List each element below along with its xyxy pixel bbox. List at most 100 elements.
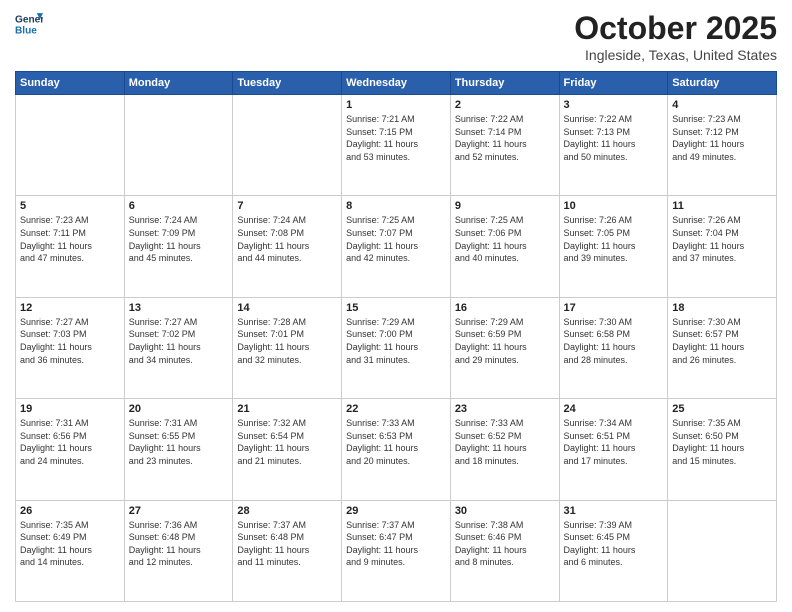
- day-info: Sunrise: 7:24 AM Sunset: 7:09 PM Dayligh…: [129, 214, 229, 264]
- col-sunday: Sunday: [16, 72, 125, 95]
- col-saturday: Saturday: [668, 72, 777, 95]
- calendar-cell: 12 Sunrise: 7:27 AM Sunset: 7:03 PM Dayli…: [16, 297, 125, 398]
- day-info: Sunrise: 7:27 AM Sunset: 7:03 PM Dayligh…: [20, 316, 120, 366]
- calendar-cell: 7 Sunrise: 7:24 AM Sunset: 7:08 PM Daylig…: [233, 196, 342, 297]
- calendar-cell: [124, 95, 233, 196]
- calendar-cell: 16 Sunrise: 7:29 AM Sunset: 6:59 PM Dayli…: [450, 297, 559, 398]
- day-number: 12: [20, 302, 120, 314]
- day-info: Sunrise: 7:35 AM Sunset: 6:49 PM Dayligh…: [20, 519, 120, 569]
- logo: General Blue: [15, 10, 43, 38]
- day-number: 25: [672, 403, 772, 415]
- calendar-cell: 30 Sunrise: 7:38 AM Sunset: 6:46 PM Dayli…: [450, 500, 559, 601]
- calendar-week-3: 12 Sunrise: 7:27 AM Sunset: 7:03 PM Dayli…: [16, 297, 777, 398]
- calendar-cell: 10Sunrise: 7:26 AM Sunset: 7:05 PM Dayli…: [559, 196, 668, 297]
- day-info: Sunrise: 7:33 AM Sunset: 6:53 PM Dayligh…: [346, 417, 446, 467]
- day-number: 22: [346, 403, 446, 415]
- day-info: Sunrise: 7:38 AM Sunset: 6:46 PM Dayligh…: [455, 519, 555, 569]
- day-number: 6: [129, 200, 229, 212]
- calendar-cell: 14 Sunrise: 7:28 AM Sunset: 7:01 PM Dayli…: [233, 297, 342, 398]
- calendar-cell: 15Sunrise: 7:29 AM Sunset: 7:00 PM Dayli…: [342, 297, 451, 398]
- day-number: 8: [346, 200, 446, 212]
- day-info: Sunrise: 7:31 AM Sunset: 6:55 PM Dayligh…: [129, 417, 229, 467]
- calendar-cell: [16, 95, 125, 196]
- calendar-week-5: 26 Sunrise: 7:35 AM Sunset: 6:49 PM Dayli…: [16, 500, 777, 601]
- calendar-week-1: 1 Sunrise: 7:21 AM Sunset: 7:15 PM Daylig…: [16, 95, 777, 196]
- day-info: Sunrise: 7:39 AM Sunset: 6:45 PM Dayligh…: [564, 519, 664, 569]
- day-info: Sunrise: 7:32 AM Sunset: 6:54 PM Dayligh…: [237, 417, 337, 467]
- day-number: 23: [455, 403, 555, 415]
- day-info: Sunrise: 7:30 AM Sunset: 6:57 PM Dayligh…: [672, 316, 772, 366]
- day-number: 7: [237, 200, 337, 212]
- day-number: 3: [564, 99, 664, 111]
- day-info: Sunrise: 7:22 AM Sunset: 7:13 PM Dayligh…: [564, 113, 664, 163]
- header: General Blue October 2025 Ingleside, Tex…: [15, 10, 777, 63]
- day-info: Sunrise: 7:26 AM Sunset: 7:05 PM Dayligh…: [564, 214, 664, 264]
- day-number: 16: [455, 302, 555, 314]
- calendar-cell: 26 Sunrise: 7:35 AM Sunset: 6:49 PM Dayli…: [16, 500, 125, 601]
- day-number: 30: [455, 505, 555, 517]
- calendar-cell: 2Sunrise: 7:22 AM Sunset: 7:14 PM Daylig…: [450, 95, 559, 196]
- calendar-cell: 11 Sunrise: 7:26 AM Sunset: 7:04 PM Dayli…: [668, 196, 777, 297]
- day-number: 11: [672, 200, 772, 212]
- calendar-cell: 13 Sunrise: 7:27 AM Sunset: 7:02 PM Dayli…: [124, 297, 233, 398]
- location: Ingleside, Texas, United States: [574, 47, 777, 63]
- calendar-table: Sunday Monday Tuesday Wednesday Thursday…: [15, 71, 777, 602]
- calendar-cell: 21Sunrise: 7:32 AM Sunset: 6:54 PM Dayli…: [233, 399, 342, 500]
- day-number: 9: [455, 200, 555, 212]
- day-info: Sunrise: 7:37 AM Sunset: 6:47 PM Dayligh…: [346, 519, 446, 569]
- day-info: Sunrise: 7:27 AM Sunset: 7:02 PM Dayligh…: [129, 316, 229, 366]
- day-info: Sunrise: 7:24 AM Sunset: 7:08 PM Dayligh…: [237, 214, 337, 264]
- calendar-header-row: Sunday Monday Tuesday Wednesday Thursday…: [16, 72, 777, 95]
- day-info: Sunrise: 7:29 AM Sunset: 6:59 PM Dayligh…: [455, 316, 555, 366]
- day-number: 20: [129, 403, 229, 415]
- day-number: 1: [346, 99, 446, 111]
- day-info: Sunrise: 7:25 AM Sunset: 7:06 PM Dayligh…: [455, 214, 555, 264]
- calendar-cell: 29 Sunrise: 7:37 AM Sunset: 6:47 PM Dayli…: [342, 500, 451, 601]
- day-info: Sunrise: 7:25 AM Sunset: 7:07 PM Dayligh…: [346, 214, 446, 264]
- day-number: 19: [20, 403, 120, 415]
- calendar-cell: 18 Sunrise: 7:30 AM Sunset: 6:57 PM Dayli…: [668, 297, 777, 398]
- col-wednesday: Wednesday: [342, 72, 451, 95]
- calendar-cell: 9 Sunrise: 7:25 AM Sunset: 7:06 PM Daylig…: [450, 196, 559, 297]
- day-number: 18: [672, 302, 772, 314]
- title-block: October 2025 Ingleside, Texas, United St…: [574, 10, 777, 63]
- calendar-cell: 23 Sunrise: 7:33 AM Sunset: 6:52 PM Dayli…: [450, 399, 559, 500]
- calendar-cell: [668, 500, 777, 601]
- day-number: 13: [129, 302, 229, 314]
- calendar-cell: 31Sunrise: 7:39 AM Sunset: 6:45 PM Dayli…: [559, 500, 668, 601]
- calendar-cell: 5Sunrise: 7:23 AM Sunset: 7:11 PM Daylig…: [16, 196, 125, 297]
- calendar-week-2: 5Sunrise: 7:23 AM Sunset: 7:11 PM Daylig…: [16, 196, 777, 297]
- day-info: Sunrise: 7:36 AM Sunset: 6:48 PM Dayligh…: [129, 519, 229, 569]
- logo-icon: General Blue: [15, 10, 43, 38]
- calendar-cell: 1 Sunrise: 7:21 AM Sunset: 7:15 PM Daylig…: [342, 95, 451, 196]
- day-info: Sunrise: 7:37 AM Sunset: 6:48 PM Dayligh…: [237, 519, 337, 569]
- calendar-cell: 24Sunrise: 7:34 AM Sunset: 6:51 PM Dayli…: [559, 399, 668, 500]
- calendar-cell: 25 Sunrise: 7:35 AM Sunset: 6:50 PM Dayli…: [668, 399, 777, 500]
- calendar-cell: 22 Sunrise: 7:33 AM Sunset: 6:53 PM Dayli…: [342, 399, 451, 500]
- day-info: Sunrise: 7:28 AM Sunset: 7:01 PM Dayligh…: [237, 316, 337, 366]
- day-info: Sunrise: 7:35 AM Sunset: 6:50 PM Dayligh…: [672, 417, 772, 467]
- col-thursday: Thursday: [450, 72, 559, 95]
- day-number: 4: [672, 99, 772, 111]
- col-friday: Friday: [559, 72, 668, 95]
- calendar-cell: 28Sunrise: 7:37 AM Sunset: 6:48 PM Dayli…: [233, 500, 342, 601]
- day-number: 17: [564, 302, 664, 314]
- calendar-cell: 6 Sunrise: 7:24 AM Sunset: 7:09 PM Daylig…: [124, 196, 233, 297]
- day-number: 29: [346, 505, 446, 517]
- day-number: 27: [129, 505, 229, 517]
- day-info: Sunrise: 7:26 AM Sunset: 7:04 PM Dayligh…: [672, 214, 772, 264]
- day-number: 26: [20, 505, 120, 517]
- day-number: 24: [564, 403, 664, 415]
- month-title: October 2025: [574, 10, 777, 47]
- calendar-cell: 4Sunrise: 7:23 AM Sunset: 7:12 PM Daylig…: [668, 95, 777, 196]
- day-number: 14: [237, 302, 337, 314]
- calendar-cell: 20 Sunrise: 7:31 AM Sunset: 6:55 PM Dayli…: [124, 399, 233, 500]
- page: General Blue October 2025 Ingleside, Tex…: [0, 0, 792, 612]
- calendar-cell: 19Sunrise: 7:31 AM Sunset: 6:56 PM Dayli…: [16, 399, 125, 500]
- col-tuesday: Tuesday: [233, 72, 342, 95]
- day-info: Sunrise: 7:21 AM Sunset: 7:15 PM Dayligh…: [346, 113, 446, 163]
- day-info: Sunrise: 7:33 AM Sunset: 6:52 PM Dayligh…: [455, 417, 555, 467]
- day-info: Sunrise: 7:23 AM Sunset: 7:11 PM Dayligh…: [20, 214, 120, 264]
- calendar-cell: 17Sunrise: 7:30 AM Sunset: 6:58 PM Dayli…: [559, 297, 668, 398]
- calendar-cell: [233, 95, 342, 196]
